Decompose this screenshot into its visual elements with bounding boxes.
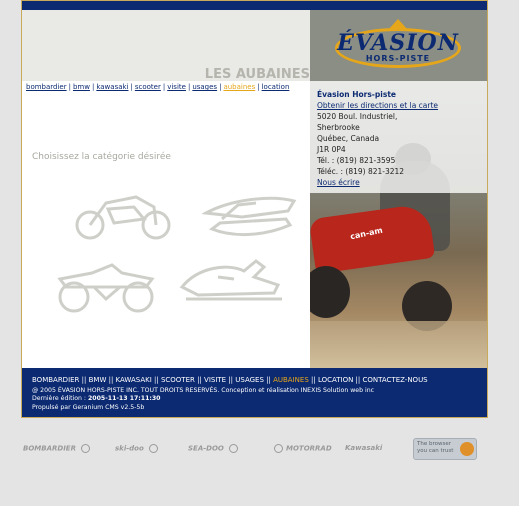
logo-name: ÉVASION [337, 30, 459, 56]
footer-separator: || [308, 376, 318, 384]
top-nav: bombardier | bmw | kawasaki | scooter | visite | u… [26, 83, 310, 92]
bmw-roundel-icon [274, 444, 283, 453]
atv-icon[interactable] [52, 259, 160, 315]
photo-atv [310, 202, 436, 275]
nav-link-bmw[interactable]: bmw [73, 83, 90, 91]
footer-separator: || [194, 376, 205, 384]
nav-link-location[interactable]: location [262, 83, 290, 91]
footer-link-usages[interactable]: USAGES [235, 376, 264, 384]
footer: BOMBARDIER || BMW || KAWASAKI || SCOOTER… [22, 368, 487, 417]
footer-link-contactez-nous[interactable]: CONTACTEZ-NOUS [363, 376, 428, 384]
brand-strip: BOMBARDIER ski-doo SEA-DOO MOTORRAD Kawa… [21, 438, 488, 462]
brand-bmw-label: MOTORRAD [286, 444, 332, 453]
footer-link-scooter[interactable]: SCOOTER [161, 376, 195, 384]
email-link[interactable]: Nous écrire [317, 178, 360, 187]
nav-link-aubaines[interactable]: aubaines [223, 83, 255, 91]
page-title: LES AUBAINES [204, 67, 310, 82]
page-frame: LES AUBAINES ÉVASION HORS-PISTE bombardi… [21, 0, 488, 418]
brp-icon [81, 444, 91, 453]
watercraft-icon[interactable] [202, 189, 298, 241]
dealer-name: Évasion Hors-piste [317, 90, 396, 99]
brp-icon [149, 444, 159, 453]
last-edition: Dernière édition : 2005-11-13 17:11:30 [32, 395, 160, 403]
logo[interactable]: ÉVASION HORS-PISTE [310, 10, 487, 81]
postal-code: J1R 0P4 [317, 145, 346, 154]
brand-bombardier-label: BOMBARDIER [23, 444, 76, 453]
footer-separator: || [79, 376, 89, 384]
browser-badge[interactable]: The browser you can trust [413, 438, 477, 460]
city: Sherbrooke [317, 123, 360, 132]
last-edition-date: 2005-11-13 17:11:30 [87, 395, 161, 402]
nav-link-visite[interactable]: visite [167, 83, 186, 91]
nav-link-kawasaki[interactable]: kawasaki [96, 83, 128, 91]
footer-link-aubaines[interactable]: AUBAINES [273, 376, 309, 384]
nav-link-scooter[interactable]: scooter [135, 83, 161, 91]
brand-seadoo-label: SEA-DOO [188, 444, 224, 453]
copyright: @ 2005 ÉVASION HORS-PISTE INC. TOUT DROI… [32, 387, 375, 394]
address-line: 5020 Boul. Industriel, [317, 112, 398, 121]
footer-link-visite[interactable]: VISITE [204, 376, 226, 384]
firefox-icon [460, 442, 474, 456]
brand-skidoo[interactable]: ski-doo [115, 444, 159, 453]
brp-icon [229, 444, 239, 453]
phone: Tél. : (819) 821-3595 [317, 156, 396, 165]
footer-link-bmw[interactable]: BMW [89, 376, 107, 384]
photo-wheel [310, 266, 350, 318]
logo-subtitle: HORS-PISTE [365, 54, 431, 63]
footer-separator: || [263, 376, 274, 384]
footer-separator: || [151, 376, 161, 384]
brand-seadoo[interactable]: SEA-DOO [188, 444, 239, 453]
footer-separator: || [226, 376, 236, 384]
browser-badge-text: The browser you can trust [417, 441, 454, 454]
footer-link-kawasaki[interactable]: KAWASAKI [116, 376, 152, 384]
directions-link[interactable]: Obtenir les directions et la carte [317, 101, 438, 110]
brand-skidoo-label: ski-doo [115, 444, 144, 453]
snowmobile-icon[interactable] [178, 257, 286, 303]
fax: Téléc. : (819) 821-3212 [317, 167, 405, 176]
region: Québec, Canada [317, 134, 380, 143]
brand-bmw[interactable]: MOTORRAD [274, 444, 332, 453]
footer-nav: BOMBARDIER || BMW || KAWASAKI || SCOOTER… [32, 376, 482, 385]
contact-info: Évasion Hors-piste Obtenir les direction… [317, 89, 485, 188]
category-prompt: Choisissez la catégorie désirée [32, 152, 171, 162]
last-edition-label: Dernière édition : [32, 395, 88, 402]
footer-separator: || [353, 376, 363, 384]
brand-bombardier[interactable]: BOMBARDIER [23, 444, 91, 453]
powered-by: Propulsé par Geranium CMS v2.5-5b [32, 404, 145, 411]
brand-kawasaki-label: Kawasaki [345, 444, 383, 452]
top-bar [22, 1, 487, 10]
nav-link-usages[interactable]: usages [192, 83, 217, 91]
photo-dirt [310, 321, 487, 368]
motorcycle-icon[interactable] [74, 187, 174, 241]
footer-separator: || [106, 376, 116, 384]
footer-link-location[interactable]: LOCATION [318, 376, 353, 384]
nav-link-bombardier[interactable]: bombardier [26, 83, 67, 91]
brand-kawasaki[interactable]: Kawasaki [345, 444, 382, 452]
footer-link-bombardier[interactable]: BOMBARDIER [32, 376, 79, 384]
